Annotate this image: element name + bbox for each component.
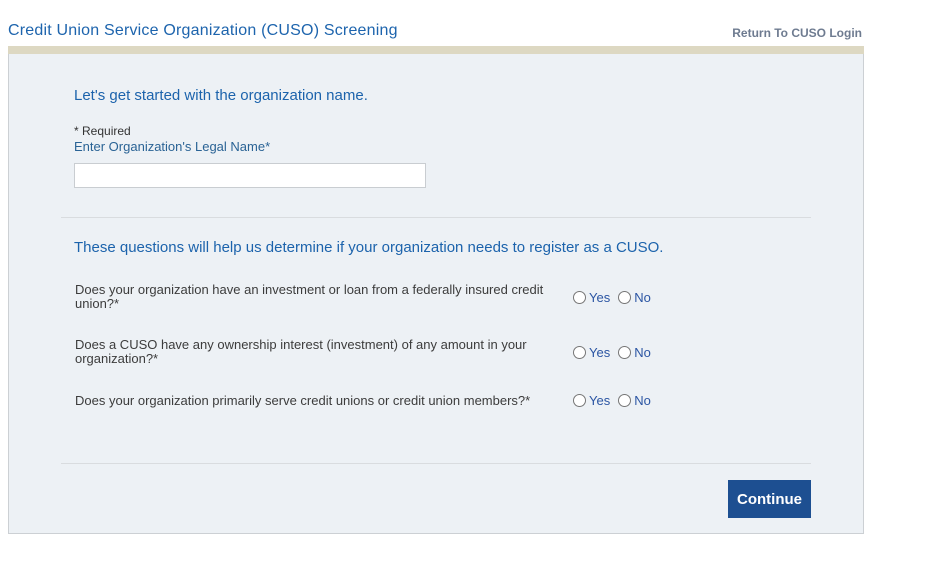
button-row: Continue <box>61 480 811 518</box>
question-row-2: Does a CUSO have any ownership interest … <box>61 338 811 366</box>
question-3-radio-group: Yes No <box>573 393 651 408</box>
header: Credit Union Service Organization (CUSO)… <box>0 0 929 46</box>
screening-panel: Let's get started with the organization … <box>8 54 864 534</box>
question-3-no-radio[interactable] <box>618 394 631 407</box>
question-3-label: Does your organization primarily serve c… <box>75 394 573 408</box>
org-legal-name-input[interactable] <box>74 163 426 188</box>
question-1-no-radio[interactable] <box>618 291 631 304</box>
question-2-no-option[interactable]: No <box>618 345 651 360</box>
yes-option-label: Yes <box>589 290 610 305</box>
yes-option-label: Yes <box>589 345 610 360</box>
question-row-1: Does your organization have an investmen… <box>61 283 811 311</box>
section-divider <box>61 217 811 218</box>
page-title: Credit Union Service Organization (CUSO)… <box>8 22 398 40</box>
no-option-label: No <box>634 393 651 408</box>
tan-accent-bar <box>8 46 864 54</box>
panel-content: Let's get started with the organization … <box>61 54 811 518</box>
question-1-yes-radio[interactable] <box>573 291 586 304</box>
question-2-yes-radio[interactable] <box>573 346 586 359</box>
question-3-yes-radio[interactable] <box>573 394 586 407</box>
question-1-label: Does your organization have an investmen… <box>75 283 573 311</box>
footer-divider <box>61 463 811 464</box>
questions-heading: These questions will help us determine i… <box>74 239 811 256</box>
yes-option-label: Yes <box>589 393 610 408</box>
question-2-radio-group: Yes No <box>573 345 651 360</box>
organization-name-heading: Let's get started with the organization … <box>74 87 811 104</box>
org-legal-name-label: Enter Organization's Legal Name* <box>74 139 270 154</box>
question-2-yes-option[interactable]: Yes <box>573 345 610 360</box>
question-1-no-option[interactable]: No <box>618 290 651 305</box>
question-1-yes-option[interactable]: Yes <box>573 290 610 305</box>
question-3-yes-option[interactable]: Yes <box>573 393 610 408</box>
return-to-cuso-login-link[interactable]: Return To CUSO Login <box>732 26 862 40</box>
question-1-radio-group: Yes No <box>573 290 651 305</box>
question-3-no-option[interactable]: No <box>618 393 651 408</box>
no-option-label: No <box>634 345 651 360</box>
question-2-no-radio[interactable] <box>618 346 631 359</box>
required-note: * Required <box>74 124 811 138</box>
continue-button[interactable]: Continue <box>728 480 811 518</box>
question-2-label: Does a CUSO have any ownership interest … <box>75 338 573 366</box>
no-option-label: No <box>634 290 651 305</box>
question-row-3: Does your organization primarily serve c… <box>61 393 811 408</box>
